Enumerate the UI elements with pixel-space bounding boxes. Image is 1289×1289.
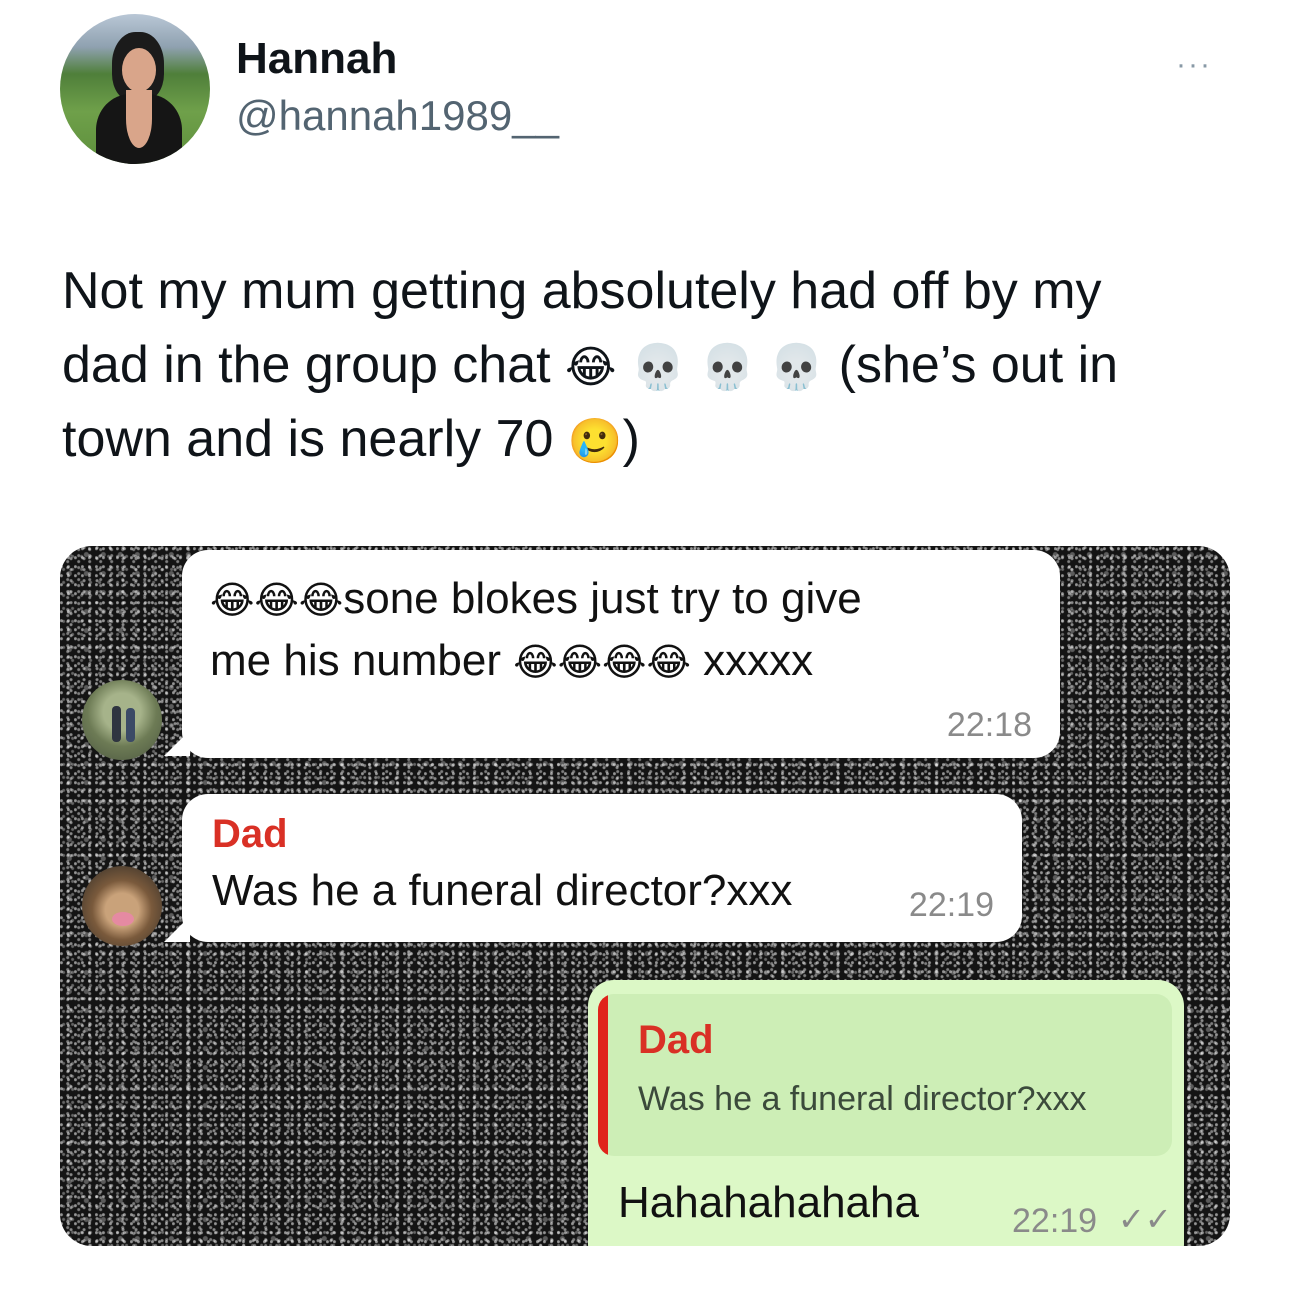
skull-emoji-icon: 💀: [700, 343, 755, 392]
tweet-line-3-text: town and is nearly 70: [62, 410, 554, 468]
message-1-suffix: xxxxx: [703, 636, 814, 685]
message-bubble-1[interactable]: 😂😂😂sone blokes just try to give me his n…: [182, 550, 1060, 758]
avatar-face: [122, 48, 156, 92]
tweet-line-2-tail: (she’s out in: [838, 336, 1119, 394]
chat-screenshot[interactable]: 😂😂😂sone blokes just try to give me his n…: [60, 546, 1230, 1246]
message-time: 22:19: [908, 886, 994, 924]
tweet-line-1: Not my mum getting absolutely had off by…: [62, 254, 1262, 328]
skull-emoji-icon: 💀: [630, 343, 686, 392]
more-options-icon[interactable]: ···: [1176, 48, 1212, 82]
quoted-text: Was he a funeral director?xxx: [638, 1080, 1087, 1118]
tweet-line-3-tail: ): [622, 410, 640, 468]
quote-accent-bar: [598, 994, 608, 1156]
chat-avatar-dad: [82, 866, 162, 946]
author-handle[interactable]: @hannah1989__: [236, 92, 559, 140]
tweet-line-3: town and is nearly 70 🥲): [62, 402, 1262, 476]
message-3-text: Hahahahahaha: [618, 1178, 919, 1227]
quoted-sender: Dad: [638, 1018, 714, 1062]
message-1-line-1: 😂😂😂sone blokes just try to give: [210, 574, 862, 624]
message-1-text-2: me his number: [210, 636, 502, 685]
tweet-line-2: dad in the group chat 😂 💀 💀 💀 (she’s out…: [62, 328, 1262, 402]
laughing-emoji-icon: 😂😂😂: [210, 580, 344, 622]
message-bubble-2[interactable]: Dad Was he a funeral director?xxx 22:19: [182, 794, 1022, 942]
quoted-message[interactable]: Dad Was he a funeral director?xxx: [598, 994, 1172, 1156]
message-time: 22:18: [946, 706, 1032, 744]
read-receipt-icon: ✓✓: [1118, 1201, 1172, 1237]
laughing-emoji-icon: 😂😂😂😂: [513, 642, 691, 684]
tweet-line-2-text: dad in the group chat: [62, 336, 551, 394]
smiling-tear-emoji-icon: 🥲: [567, 417, 623, 466]
chat-avatar-mum: [82, 680, 162, 760]
tweet-line-1-text: Not my mum getting absolutely had off by…: [62, 262, 1102, 320]
message-time: 22:19: [1012, 1202, 1098, 1240]
skull-emoji-icon: 💀: [769, 343, 825, 392]
laughing-emoji-icon: 😂: [565, 343, 617, 392]
message-1-line-2: me his number 😂😂😂😂 xxxxx: [210, 636, 813, 686]
author-name[interactable]: Hannah: [236, 34, 397, 84]
message-1-text-1: sone blokes just try to give: [343, 574, 862, 623]
message-sender: Dad: [212, 812, 288, 856]
message-2-text: Was he a funeral director?xxx: [212, 866, 793, 915]
avatar-neck: [126, 90, 152, 148]
author-avatar[interactable]: [60, 14, 210, 164]
tweet-text: Not my mum getting absolutely had off by…: [62, 254, 1262, 476]
message-bubble-3[interactable]: Dad Was he a funeral director?xxx Hahaha…: [588, 980, 1184, 1246]
